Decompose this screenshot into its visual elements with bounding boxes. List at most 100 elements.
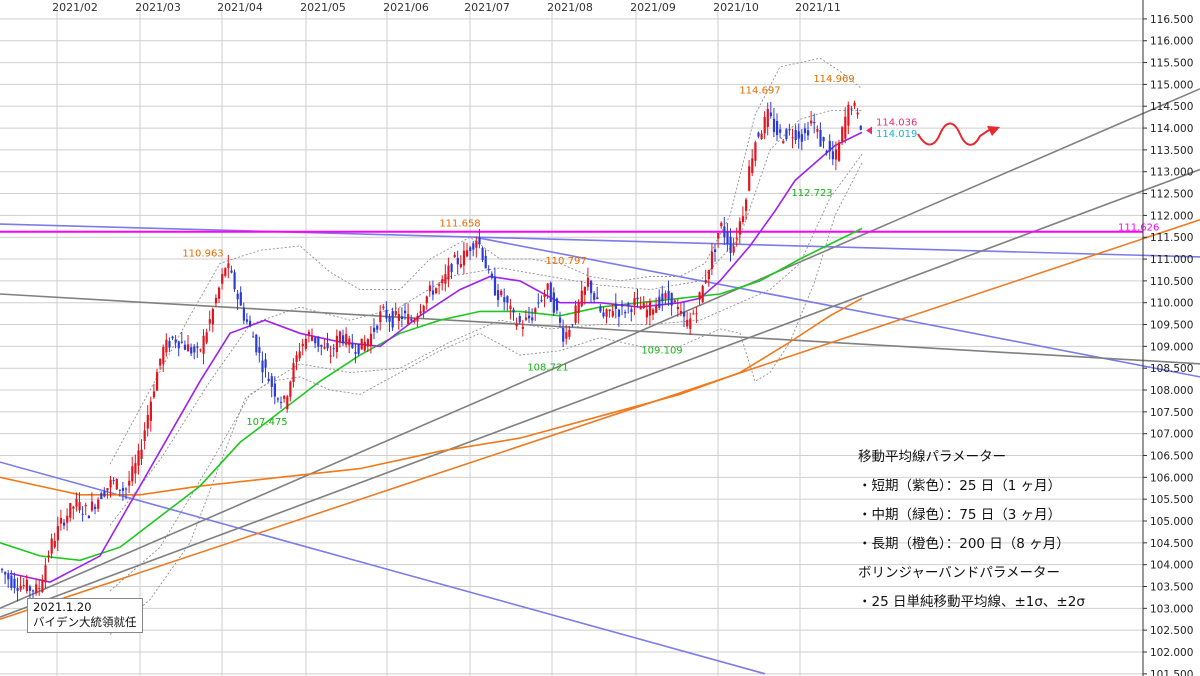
y-tick-label: 108.500	[1150, 363, 1193, 375]
y-tick-label: 107.500	[1150, 407, 1193, 419]
wavy-arrow-icon	[917, 122, 993, 146]
candle-body	[329, 355, 332, 357]
candle-body	[577, 302, 580, 313]
candle-body	[583, 286, 586, 295]
candle-body	[614, 303, 617, 309]
candle-body	[673, 300, 676, 303]
candle-body	[385, 309, 388, 319]
candle-body	[28, 586, 32, 591]
candle-body	[90, 501, 94, 511]
candle-body	[748, 166, 751, 191]
bollinger-band	[109, 154, 863, 592]
candle-body	[853, 102, 856, 106]
current-price-tag: 114.019	[876, 129, 917, 140]
candle-body	[87, 515, 90, 519]
candle-body	[78, 502, 81, 511]
candle-body	[518, 316, 521, 323]
candle-body	[565, 332, 568, 339]
candle-body	[97, 499, 100, 509]
candle-body	[354, 351, 357, 354]
candle-body	[438, 284, 441, 286]
candle-body	[772, 118, 776, 133]
candle-body	[363, 341, 366, 351]
candle-body	[450, 263, 453, 273]
candle-body	[407, 314, 410, 325]
candle-body	[419, 311, 422, 314]
candle-body	[627, 303, 630, 306]
y-tick-label: 101.500	[1150, 669, 1193, 676]
candle-body	[131, 466, 134, 482]
candle-body	[273, 383, 276, 397]
y-tick-label: 114.000	[1150, 123, 1193, 135]
price-label: 114.697	[739, 86, 780, 97]
month-label: 2021/10	[713, 1, 759, 14]
y-tick-label: 110.000	[1150, 298, 1193, 310]
candle-body	[782, 141, 785, 144]
candle-body	[698, 292, 701, 300]
candle-body	[171, 336, 174, 339]
candle-body	[280, 401, 283, 403]
month-label: 2021/02	[52, 1, 98, 14]
candle-body	[701, 285, 704, 303]
candle-body	[590, 280, 593, 294]
candle-body	[546, 283, 549, 290]
candle-body	[689, 318, 692, 329]
candle-body	[345, 333, 348, 345]
candle-body	[850, 108, 853, 110]
candle-body	[531, 317, 534, 321]
candle-body	[435, 288, 438, 294]
y-tick-label: 106.000	[1150, 472, 1193, 484]
candle-body	[413, 319, 416, 322]
candle-body	[69, 503, 72, 518]
candle-body	[16, 587, 19, 591]
month-label: 2021/08	[547, 1, 593, 14]
candle-body	[242, 307, 245, 321]
candle-body	[664, 293, 667, 299]
candle-body	[521, 326, 524, 329]
candle-body	[357, 344, 360, 354]
candle-body	[717, 232, 720, 239]
candle-body	[146, 414, 149, 429]
candle-body	[596, 297, 599, 300]
candle-body	[617, 309, 621, 317]
y-tick-label: 102.000	[1150, 647, 1193, 659]
candle-body	[177, 341, 180, 349]
candle-body	[239, 292, 242, 306]
candle-body	[834, 149, 838, 160]
price-label: 110.963	[182, 249, 223, 260]
candle-body	[822, 137, 825, 142]
candle-body	[35, 584, 38, 594]
candle-body	[394, 311, 397, 315]
candle-body	[794, 129, 797, 141]
candle-body	[81, 513, 84, 515]
candle-body	[360, 338, 363, 350]
candle-body	[149, 401, 152, 421]
price-label: 114.969	[813, 74, 854, 85]
candle-body	[667, 290, 670, 300]
candle-body	[84, 505, 87, 507]
candle-body	[391, 311, 394, 328]
candle-body	[574, 305, 577, 323]
candle-body	[745, 199, 748, 211]
candle-body	[720, 222, 723, 227]
candle-body	[249, 320, 252, 327]
candle-body	[571, 324, 574, 326]
candle-body	[757, 132, 760, 137]
candle-body	[543, 294, 546, 297]
moving-averages	[0, 131, 863, 583]
month-label: 2021/09	[630, 1, 676, 14]
candle-body	[230, 270, 233, 273]
candle-body	[800, 134, 803, 142]
candle-body	[661, 293, 664, 302]
candle-body	[205, 332, 208, 343]
candle-body	[859, 125, 862, 130]
candle-body	[66, 515, 69, 523]
candle-body	[506, 296, 509, 303]
candle-body	[218, 287, 221, 299]
y-tick-label: 112.500	[1150, 189, 1193, 201]
candle-body	[633, 298, 636, 306]
candle-body	[503, 297, 506, 303]
candle-body	[838, 142, 841, 161]
candle-body	[289, 381, 292, 397]
candle-body	[692, 313, 695, 315]
